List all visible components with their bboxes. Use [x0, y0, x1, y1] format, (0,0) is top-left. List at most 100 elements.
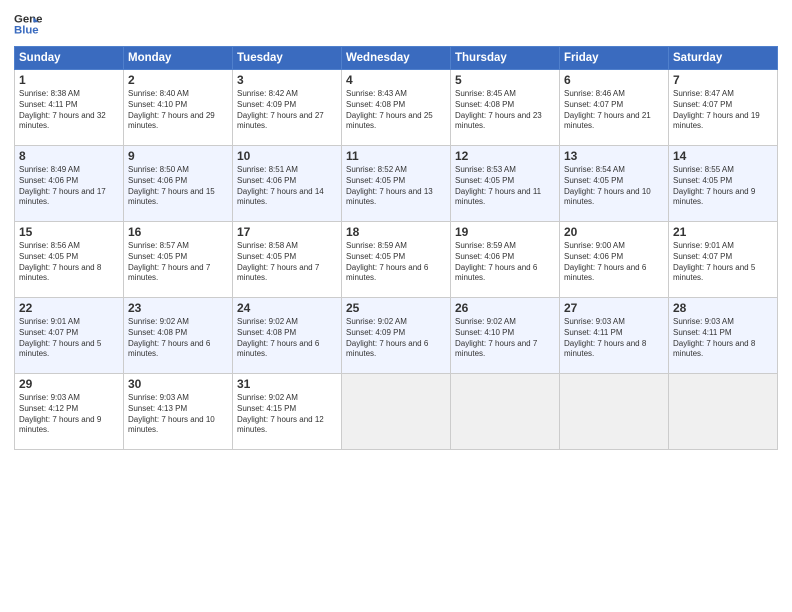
calendar-day-cell: 24 Sunrise: 9:02 AMSunset: 4:08 PMDayligh… — [233, 298, 342, 374]
calendar-day-cell: 23 Sunrise: 9:02 AMSunset: 4:08 PMDayligh… — [124, 298, 233, 374]
day-number: 29 — [19, 377, 119, 391]
day-number: 20 — [564, 225, 664, 239]
day-number: 19 — [455, 225, 555, 239]
day-info: Sunrise: 9:00 AMSunset: 4:06 PMDaylight:… — [564, 241, 664, 284]
day-info: Sunrise: 8:59 AMSunset: 4:05 PMDaylight:… — [346, 241, 446, 284]
day-number: 6 — [564, 73, 664, 87]
day-number: 15 — [19, 225, 119, 239]
day-number: 9 — [128, 149, 228, 163]
calendar-day-cell: 19 Sunrise: 8:59 AMSunset: 4:06 PMDayligh… — [451, 222, 560, 298]
day-number: 10 — [237, 149, 337, 163]
day-info: Sunrise: 9:02 AMSunset: 4:10 PMDaylight:… — [455, 317, 555, 360]
header: General Blue — [14, 10, 778, 38]
day-info: Sunrise: 9:02 AMSunset: 4:08 PMDaylight:… — [237, 317, 337, 360]
calendar-day-cell: 28 Sunrise: 9:03 AMSunset: 4:11 PMDayligh… — [669, 298, 778, 374]
day-number: 3 — [237, 73, 337, 87]
calendar-day-cell — [451, 374, 560, 450]
calendar-week-row: 8 Sunrise: 8:49 AMSunset: 4:06 PMDaylight… — [15, 146, 778, 222]
calendar-day-cell: 18 Sunrise: 8:59 AMSunset: 4:05 PMDayligh… — [342, 222, 451, 298]
day-info: Sunrise: 8:58 AMSunset: 4:05 PMDaylight:… — [237, 241, 337, 284]
day-info: Sunrise: 8:40 AMSunset: 4:10 PMDaylight:… — [128, 89, 228, 132]
day-info: Sunrise: 8:56 AMSunset: 4:05 PMDaylight:… — [19, 241, 119, 284]
day-number: 22 — [19, 301, 119, 315]
col-header-saturday: Saturday — [669, 47, 778, 70]
calendar-day-cell: 27 Sunrise: 9:03 AMSunset: 4:11 PMDayligh… — [560, 298, 669, 374]
day-info: Sunrise: 8:46 AMSunset: 4:07 PMDaylight:… — [564, 89, 664, 132]
day-number: 24 — [237, 301, 337, 315]
day-number: 31 — [237, 377, 337, 391]
svg-text:General: General — [14, 13, 42, 25]
calendar-week-row: 22 Sunrise: 9:01 AMSunset: 4:07 PMDayligh… — [15, 298, 778, 374]
day-number: 27 — [564, 301, 664, 315]
svg-text:Blue: Blue — [14, 25, 39, 37]
col-header-sunday: Sunday — [15, 47, 124, 70]
calendar-day-cell: 21 Sunrise: 9:01 AMSunset: 4:07 PMDayligh… — [669, 222, 778, 298]
day-info: Sunrise: 9:01 AMSunset: 4:07 PMDaylight:… — [19, 317, 119, 360]
day-number: 16 — [128, 225, 228, 239]
calendar-day-cell — [342, 374, 451, 450]
calendar-week-row: 1Sunrise: 8:38 AMSunset: 4:11 PMDaylight… — [15, 70, 778, 146]
day-info: Sunrise: 8:52 AMSunset: 4:05 PMDaylight:… — [346, 165, 446, 208]
calendar-day-cell: 9 Sunrise: 8:50 AMSunset: 4:06 PMDaylight… — [124, 146, 233, 222]
calendar-day-cell: 4Sunrise: 8:43 AMSunset: 4:08 PMDaylight… — [342, 70, 451, 146]
day-info: Sunrise: 9:03 AMSunset: 4:11 PMDaylight:… — [673, 317, 773, 360]
day-info: Sunrise: 9:02 AMSunset: 4:08 PMDaylight:… — [128, 317, 228, 360]
day-number: 28 — [673, 301, 773, 315]
calendar-container: General Blue SundayMondayTuesdayWednesda… — [0, 0, 792, 612]
day-info: Sunrise: 9:03 AMSunset: 4:12 PMDaylight:… — [19, 393, 119, 436]
calendar-day-cell: 7 Sunrise: 8:47 AMSunset: 4:07 PMDaylight… — [669, 70, 778, 146]
day-info: Sunrise: 8:51 AMSunset: 4:06 PMDaylight:… — [237, 165, 337, 208]
day-number: 11 — [346, 149, 446, 163]
calendar-day-cell: 16Sunrise: 8:57 AMSunset: 4:05 PMDayligh… — [124, 222, 233, 298]
day-info: Sunrise: 8:54 AMSunset: 4:05 PMDaylight:… — [564, 165, 664, 208]
day-info: Sunrise: 9:01 AMSunset: 4:07 PMDaylight:… — [673, 241, 773, 284]
day-info: Sunrise: 8:59 AMSunset: 4:06 PMDaylight:… — [455, 241, 555, 284]
calendar-day-cell: 8 Sunrise: 8:49 AMSunset: 4:06 PMDaylight… — [15, 146, 124, 222]
calendar-day-cell: 26 Sunrise: 9:02 AMSunset: 4:10 PMDayligh… — [451, 298, 560, 374]
day-info: Sunrise: 9:02 AMSunset: 4:09 PMDaylight:… — [346, 317, 446, 360]
calendar-day-cell: 29 Sunrise: 9:03 AMSunset: 4:12 PMDayligh… — [15, 374, 124, 450]
day-info: Sunrise: 8:50 AMSunset: 4:06 PMDaylight:… — [128, 165, 228, 208]
day-number: 21 — [673, 225, 773, 239]
day-info: Sunrise: 9:03 AMSunset: 4:13 PMDaylight:… — [128, 393, 228, 436]
calendar-day-cell: 2Sunrise: 8:40 AMSunset: 4:10 PMDaylight… — [124, 70, 233, 146]
day-number: 25 — [346, 301, 446, 315]
calendar-day-cell: 25 Sunrise: 9:02 AMSunset: 4:09 PMDayligh… — [342, 298, 451, 374]
day-number: 17 — [237, 225, 337, 239]
day-info: Sunrise: 8:38 AMSunset: 4:11 PMDaylight:… — [19, 89, 119, 132]
col-header-wednesday: Wednesday — [342, 47, 451, 70]
calendar-day-cell: 10 Sunrise: 8:51 AMSunset: 4:06 PMDayligh… — [233, 146, 342, 222]
day-number: 7 — [673, 73, 773, 87]
calendar-day-cell: 30 Sunrise: 9:03 AMSunset: 4:13 PMDayligh… — [124, 374, 233, 450]
day-number: 14 — [673, 149, 773, 163]
calendar-day-cell: 11 Sunrise: 8:52 AMSunset: 4:05 PMDayligh… — [342, 146, 451, 222]
col-header-monday: Monday — [124, 47, 233, 70]
calendar-day-cell: 6 Sunrise: 8:46 AMSunset: 4:07 PMDaylight… — [560, 70, 669, 146]
calendar-week-row: 29 Sunrise: 9:03 AMSunset: 4:12 PMDayligh… — [15, 374, 778, 450]
day-info: Sunrise: 8:55 AMSunset: 4:05 PMDaylight:… — [673, 165, 773, 208]
day-number: 23 — [128, 301, 228, 315]
day-info: Sunrise: 8:42 AMSunset: 4:09 PMDaylight:… — [237, 89, 337, 132]
day-info: Sunrise: 8:45 AMSunset: 4:08 PMDaylight:… — [455, 89, 555, 132]
day-number: 5 — [455, 73, 555, 87]
calendar-day-cell: 22 Sunrise: 9:01 AMSunset: 4:07 PMDayligh… — [15, 298, 124, 374]
day-info: Sunrise: 8:47 AMSunset: 4:07 PMDaylight:… — [673, 89, 773, 132]
calendar-table: SundayMondayTuesdayWednesdayThursdayFrid… — [14, 46, 778, 450]
calendar-day-cell — [560, 374, 669, 450]
day-info: Sunrise: 8:49 AMSunset: 4:06 PMDaylight:… — [19, 165, 119, 208]
col-header-friday: Friday — [560, 47, 669, 70]
day-number: 30 — [128, 377, 228, 391]
calendar-day-cell: 1Sunrise: 8:38 AMSunset: 4:11 PMDaylight… — [15, 70, 124, 146]
calendar-day-cell: 15 Sunrise: 8:56 AMSunset: 4:05 PMDayligh… — [15, 222, 124, 298]
day-info: Sunrise: 8:43 AMSunset: 4:08 PMDaylight:… — [346, 89, 446, 132]
day-info: Sunrise: 8:53 AMSunset: 4:05 PMDaylight:… — [455, 165, 555, 208]
day-info: Sunrise: 9:03 AMSunset: 4:11 PMDaylight:… — [564, 317, 664, 360]
logo-icon: General Blue — [14, 10, 42, 38]
calendar-header-row: SundayMondayTuesdayWednesdayThursdayFrid… — [15, 47, 778, 70]
day-number: 8 — [19, 149, 119, 163]
day-number: 26 — [455, 301, 555, 315]
col-header-thursday: Thursday — [451, 47, 560, 70]
day-number: 12 — [455, 149, 555, 163]
day-number: 18 — [346, 225, 446, 239]
calendar-day-cell: 12 Sunrise: 8:53 AMSunset: 4:05 PMDayligh… — [451, 146, 560, 222]
